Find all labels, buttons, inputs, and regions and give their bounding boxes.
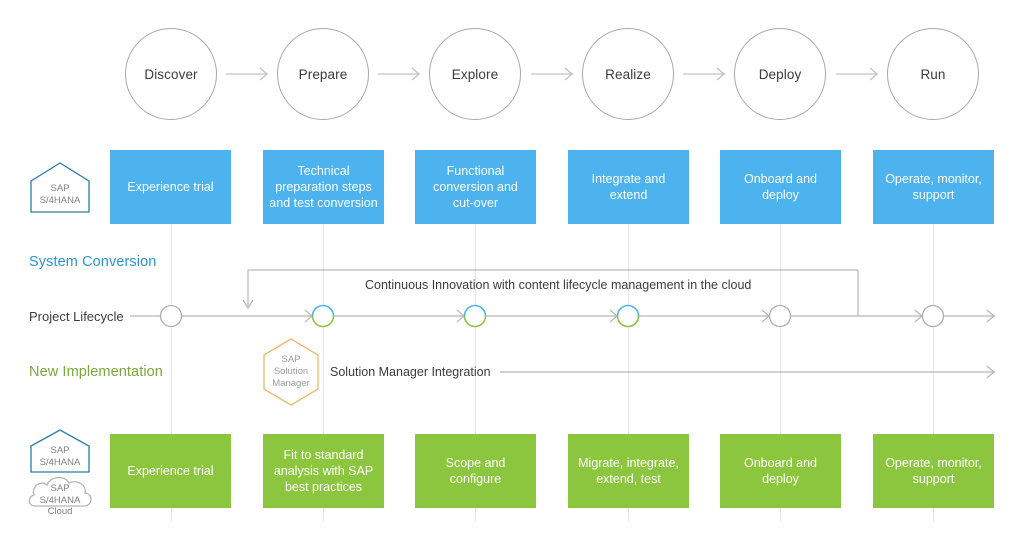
box-label: Technical preparation steps and test con…: [269, 164, 378, 210]
box-label: Fit to standard analysis with SAP best p…: [273, 448, 374, 494]
project-lifecycle-label: Project Lifecycle: [29, 309, 124, 324]
continuous-innovation-note: Continuous Innovation with content lifec…: [365, 278, 752, 292]
system-conversion-box-4[interactable]: Integrate and extend: [568, 150, 689, 224]
arrow-right-icon: [226, 67, 878, 81]
project-lifecycle-axis: [130, 309, 995, 323]
box-label: Onboard and deploy: [744, 172, 817, 202]
box-label: Migrate, integrate, extend, test: [578, 456, 679, 486]
solution-manager-arrow: [500, 365, 995, 379]
phase-arrows-layer: [226, 67, 878, 81]
box-label: Experience trial: [127, 180, 214, 194]
cloud-shape-icon: [28, 476, 92, 507]
house-shape-icon: [30, 429, 90, 473]
system-conversion-box-3[interactable]: Functional conversion and cut-over: [415, 150, 536, 224]
new-implementation-box-4[interactable]: Migrate, integrate, extend, test: [568, 434, 689, 508]
sap-s4hana-house-logo: SAP S/4HANA: [29, 161, 91, 214]
box-label: Scope and configure: [445, 456, 506, 486]
hexagon-shape-icon: [263, 338, 319, 406]
box-label: Functional conversion and cut-over: [433, 164, 518, 210]
sap-s4hana-cloud-logo: SAP S/4HANA Cloud: [25, 472, 95, 517]
continuous-innovation-bracket: [242, 269, 859, 316]
section-label-system-conversion: System Conversion: [29, 254, 157, 270]
house-shape-icon: [30, 162, 90, 213]
new-implementation-box-3[interactable]: Scope and configure: [415, 434, 536, 508]
box-label: Onboard and deploy: [744, 456, 817, 486]
box-label: Integrate and extend: [591, 172, 666, 202]
new-implementation-box-2[interactable]: Fit to standard analysis with SAP best p…: [263, 434, 384, 508]
system-conversion-box-6[interactable]: Operate, monitor, support: [873, 150, 994, 224]
new-implementation-box-5[interactable]: Onboard and deploy: [720, 434, 841, 508]
sap-solution-manager-hexagon: SAP Solution Manager: [263, 338, 319, 406]
sap-s4hana-house-logo-bottom: SAP S/4HANA: [29, 428, 91, 474]
new-implementation-box-6[interactable]: Operate, monitor, support: [873, 434, 994, 508]
box-label: Operate, monitor, support: [885, 456, 982, 486]
box-label: Experience trial: [127, 464, 214, 478]
system-conversion-box-5[interactable]: Onboard and deploy: [720, 150, 841, 224]
section-label-new-implementation: New Implementation: [29, 364, 163, 380]
solution-manager-integration-label: Solution Manager Integration: [330, 365, 491, 379]
system-conversion-box-2[interactable]: Technical preparation steps and test con…: [263, 150, 384, 224]
system-conversion-box-1[interactable]: Experience trial: [110, 150, 231, 224]
box-label: Operate, monitor, support: [885, 172, 982, 202]
new-implementation-box-1[interactable]: Experience trial: [110, 434, 231, 508]
roadmap-diagram: Discover Prepare Explore Realize Deploy …: [0, 0, 1024, 549]
